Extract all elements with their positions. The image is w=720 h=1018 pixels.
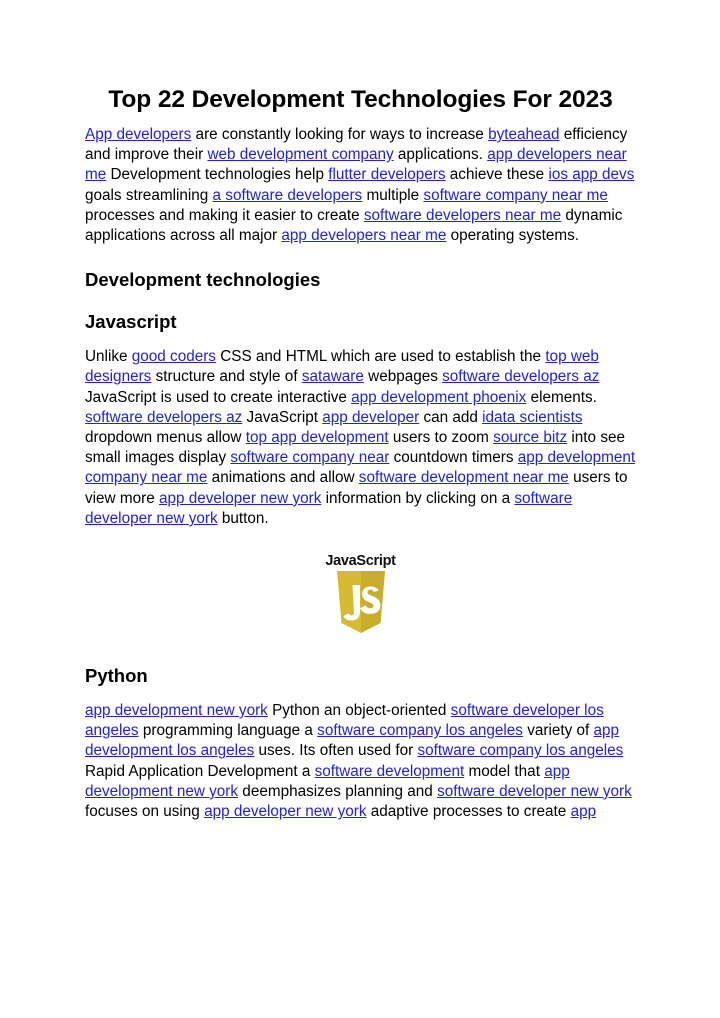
javascript-logo-figure: JavaScript: [85, 553, 636, 639]
link-sataware[interactable]: sataware: [302, 368, 364, 385]
link-app[interactable]: app: [571, 803, 597, 820]
js-text-7: JavaScript: [242, 408, 323, 426]
js-text-10: users to zoom: [388, 429, 494, 447]
heading-development-technologies: Development technologies: [85, 269, 321, 291]
intro-paragraph: App developers are constantly looking fo…: [85, 125, 636, 246]
link-ios-app-devs[interactable]: ios app devs: [548, 166, 634, 183]
intro-text-3: applications.: [393, 146, 488, 164]
js-text-2: CSS and HTML which are used to establish…: [215, 348, 546, 366]
link-source-bitz[interactable]: source bitz: [493, 429, 567, 446]
link-byteahead[interactable]: byteahead: [488, 126, 559, 143]
py-text-4: uses. Its often used for: [254, 742, 418, 760]
js-text-4: webpages: [363, 368, 443, 386]
link-software-company-los-angeles-2[interactable]: software company los angeles: [418, 742, 624, 759]
link-app-development-new-york-1[interactable]: app development new york: [85, 702, 268, 719]
js-text-1: Unlike: [85, 348, 132, 366]
js-text-9: dropdown menus allow: [85, 429, 246, 447]
py-text-1: Python an object-oriented: [267, 702, 451, 720]
link-software-company-los-angeles-1[interactable]: software company los angeles: [317, 722, 523, 739]
link-app-developer-new-york-1[interactable]: app developer new york: [159, 490, 321, 507]
py-text-9: adaptive processes to create: [366, 803, 571, 821]
link-flutter-developers[interactable]: flutter developers: [328, 166, 445, 183]
javascript-logo-inner: JavaScript: [311, 553, 411, 634]
intro-text-1: are constantly looking for ways to incre…: [191, 126, 489, 143]
link-software-developers-near-me[interactable]: software developers near me: [364, 207, 561, 224]
document-content: Top 22 Development Technologies For 2023…: [85, 84, 636, 822]
link-software-developers-az-2[interactable]: software developers az: [85, 409, 242, 426]
js-text-8: can add: [419, 408, 483, 426]
js-text-12: countdown timers: [389, 449, 518, 467]
py-text-8: focuses on using: [85, 803, 205, 821]
javascript-wordmark: JavaScript: [325, 553, 396, 570]
link-software-development[interactable]: software development: [315, 763, 465, 780]
js-text-5: JavaScript is used to create interactive: [85, 388, 352, 406]
heading-python: Python: [85, 665, 148, 687]
py-text-3: variety of: [522, 722, 594, 740]
link-app-developer[interactable]: app developer: [322, 409, 419, 426]
py-text-2: programming language a: [138, 722, 318, 740]
link-app-developers-near-me-2[interactable]: app developers near me: [281, 227, 446, 244]
link-a-software-developers[interactable]: a software developers: [213, 187, 363, 204]
intro-text-10: operating systems.: [446, 227, 580, 245]
link-app-developers[interactable]: App developers: [85, 126, 191, 143]
link-app-development-phoenix[interactable]: app development phoenix: [351, 389, 526, 406]
py-text-6: model that: [464, 762, 545, 780]
intro-text-7: multiple: [362, 186, 424, 204]
js-text-16: button.: [217, 509, 269, 527]
js-text-15: information by clicking on a: [321, 489, 515, 507]
py-text-5: Rapid Application Development a: [85, 762, 315, 780]
link-app-developer-new-york-2[interactable]: app developer new york: [204, 803, 366, 820]
page-title: Top 22 Development Technologies For 2023: [108, 86, 613, 113]
js-text-6: elements.: [526, 388, 597, 406]
link-idata-scientists[interactable]: idata scientists: [482, 409, 582, 426]
link-web-development-company[interactable]: web development company: [207, 146, 393, 163]
link-top-app-development[interactable]: top app development: [246, 429, 389, 446]
javascript-shield-icon: [334, 571, 388, 634]
intro-text-4: Development technologies help: [106, 166, 329, 184]
link-good-coders[interactable]: good coders: [132, 348, 216, 365]
python-paragraph: app development new york Python an objec…: [85, 701, 636, 822]
link-software-company-near[interactable]: software company near: [230, 449, 389, 466]
link-software-developers-az-1[interactable]: software developers az: [442, 368, 599, 385]
intro-text-8: processes and making it easier to create: [85, 206, 364, 224]
intro-text-6: goals streamlining: [85, 186, 213, 204]
js-text-13: animations and allow: [207, 469, 359, 487]
js-text-3: structure and style of: [151, 368, 302, 386]
heading-javascript: Javascript: [85, 311, 177, 333]
intro-text-5: achieve these: [445, 166, 549, 184]
javascript-paragraph: Unlike good coders CSS and HTML which ar…: [85, 347, 636, 529]
link-software-company-near-me[interactable]: software company near me: [423, 187, 608, 204]
document-page: Top 22 Development Technologies For 2023…: [0, 0, 720, 1018]
py-text-7: deemphasizes planning and: [238, 782, 438, 800]
link-software-development-near-me[interactable]: software development near me: [359, 469, 569, 486]
link-software-developer-new-york-2[interactable]: software developer new york: [437, 783, 632, 800]
